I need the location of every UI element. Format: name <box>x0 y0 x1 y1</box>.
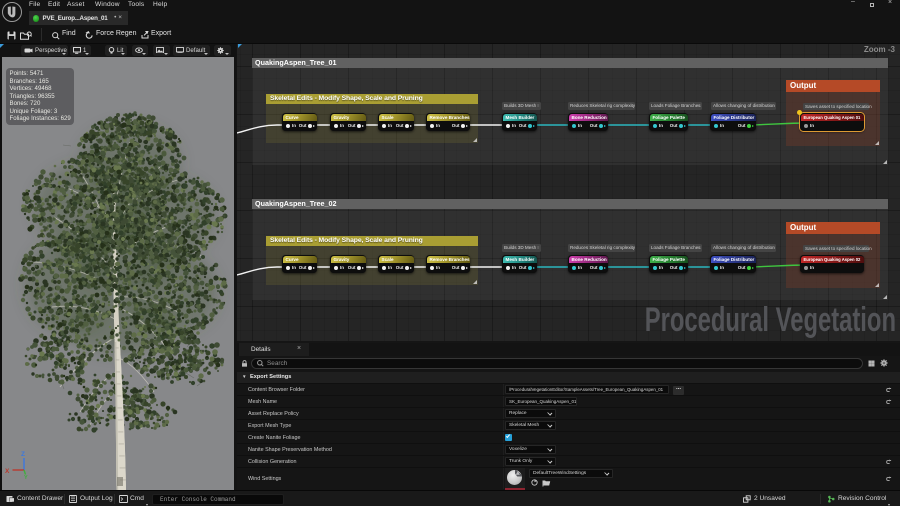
svg-text:X: X <box>5 468 10 475</box>
svg-text:Z: Z <box>21 451 25 458</box>
svg-text:Y: Y <box>24 475 28 481</box>
